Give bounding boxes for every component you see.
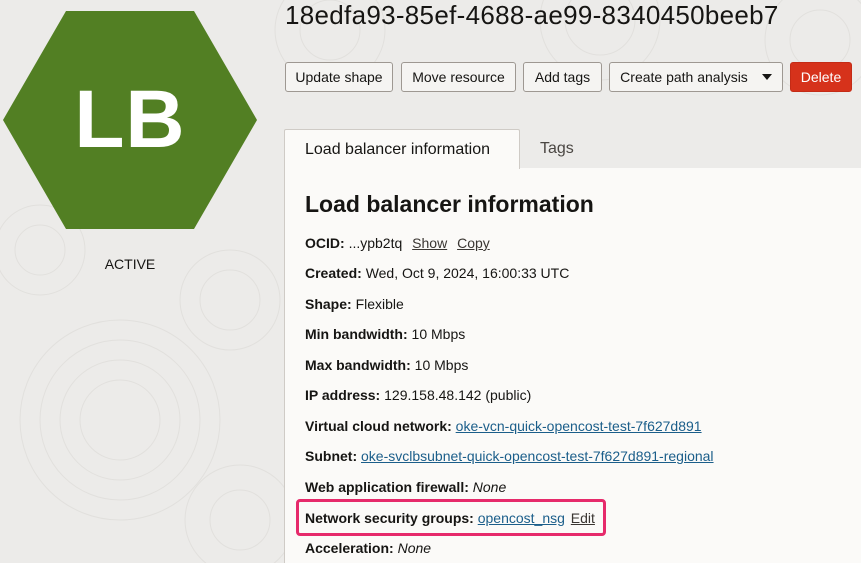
shape-row: Shape: Flexible <box>305 296 404 312</box>
section-heading: Load balancer information <box>305 191 594 217</box>
created-row: Created: Wed, Oct 9, 2024, 16:00:33 UTC <box>305 265 569 281</box>
waf-label: Web application firewall: <box>305 479 469 495</box>
min-bandwidth-label: Min bandwidth: <box>305 326 408 342</box>
shape-value: Flexible <box>355 296 404 312</box>
waf-row: Web application firewall: None <box>305 479 506 495</box>
ocid-label: OCID: <box>305 235 345 251</box>
acceleration-row: Acceleration: None <box>305 540 431 556</box>
ocid-copy-link[interactable]: Copy <box>457 235 490 251</box>
resource-badge: LB ACTIVE <box>0 0 262 300</box>
created-value: Wed, Oct 9, 2024, 16:00:33 UTC <box>365 265 570 281</box>
subnet-link[interactable]: oke-svclbsubnet-quick-opencost-test-7f62… <box>361 448 714 464</box>
update-shape-button[interactable]: Update shape <box>285 62 393 92</box>
acceleration-label: Acceleration: <box>305 540 394 556</box>
max-bandwidth-row: Max bandwidth: 10 Mbps <box>305 357 468 373</box>
badge-initials: LB <box>74 74 186 165</box>
ip-address-label: IP address: <box>305 387 381 403</box>
created-label: Created: <box>305 265 362 281</box>
ocid-value: ...ypb2tq <box>348 235 403 251</box>
ip-address-row: IP address: 129.158.48.142 (public) <box>305 387 531 403</box>
delete-button[interactable]: Delete <box>790 62 852 92</box>
page-title: 18edfa93-85ef-4688-ae99-8340450beeb7 <box>285 0 779 30</box>
highlight-box <box>296 499 606 536</box>
subnet-label: Subnet: <box>305 448 358 464</box>
vcn-label: Virtual cloud network: <box>305 418 452 434</box>
ocid-row: OCID: ...ypb2tq Show Copy <box>305 235 490 251</box>
status-badge: ACTIVE <box>104 256 156 272</box>
max-bandwidth-value: 10 Mbps <box>414 357 469 373</box>
tab-load-balancer-information[interactable]: Load balancer information <box>284 129 520 169</box>
create-path-analysis-button[interactable]: Create path analysis <box>609 62 783 92</box>
max-bandwidth-label: Max bandwidth: <box>305 357 411 373</box>
add-tags-button[interactable]: Add tags <box>523 62 602 92</box>
chevron-down-icon <box>761 74 772 80</box>
ocid-show-link[interactable]: Show <box>412 235 447 251</box>
shape-label: Shape: <box>305 296 352 312</box>
tab-tags[interactable]: Tags <box>540 129 574 169</box>
acceleration-value: None <box>397 540 432 556</box>
waf-value: None <box>472 479 507 495</box>
min-bandwidth-row: Min bandwidth: 10 Mbps <box>305 326 465 342</box>
create-path-analysis-label: Create path analysis <box>620 69 748 85</box>
vcn-row: Virtual cloud network: oke-vcn-quick-ope… <box>305 418 702 434</box>
move-resource-button[interactable]: Move resource <box>401 62 516 92</box>
subnet-row: Subnet: oke-svclbsubnet-quick-opencost-t… <box>305 448 714 464</box>
min-bandwidth-value: 10 Mbps <box>411 326 466 342</box>
vcn-link[interactable]: oke-vcn-quick-opencost-test-7f627d891 <box>456 418 702 434</box>
ip-address-value: 129.158.48.142 (public) <box>384 387 532 403</box>
